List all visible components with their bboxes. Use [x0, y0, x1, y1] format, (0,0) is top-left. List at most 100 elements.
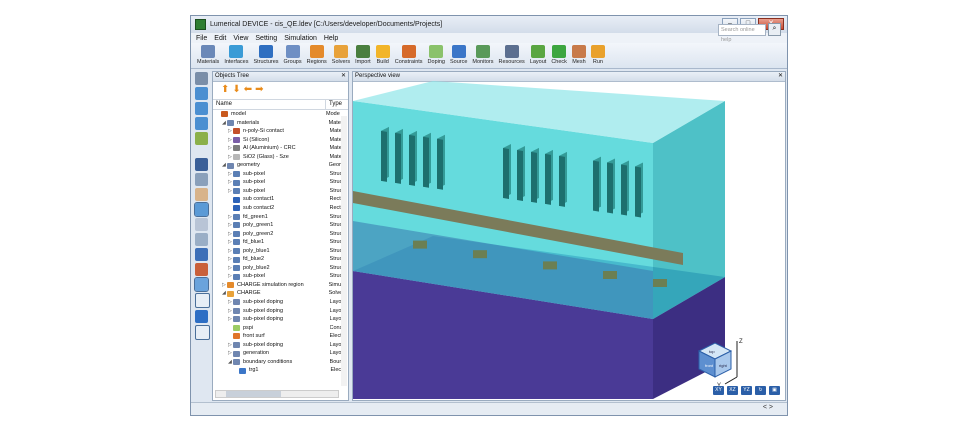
toolbar-resources-button[interactable]: Resources	[499, 43, 525, 65]
menu-setting[interactable]: Setting	[255, 35, 277, 42]
view-axis-buttons: XY XZ YZ ↻ ▣	[713, 386, 780, 395]
toolbar-check-button[interactable]: Check	[551, 43, 567, 65]
tree-vertical-scrollbar[interactable]	[341, 116, 347, 386]
toolbar-materials-button[interactable]: Materials	[197, 43, 219, 65]
toolbar-layout-button[interactable]: Layout	[530, 43, 546, 65]
perspective-toggle-button[interactable]: ▣	[769, 386, 780, 395]
xy-view-button[interactable]: XY	[713, 386, 724, 395]
tree-row[interactable]: ▷ sub-pixel Struc	[213, 272, 348, 281]
tree-horizontal-scrollbar[interactable]	[215, 390, 339, 398]
tree-row[interactable]: ▷ poly_green2 Struc	[213, 230, 348, 239]
tree-row[interactable]: ▷ poly_green1 Struc	[213, 221, 348, 230]
move-right-arrow-icon[interactable]: ➡	[255, 84, 263, 95]
menu-edit[interactable]: Edit	[214, 35, 226, 42]
tree-row[interactable]: pspi Cons	[213, 324, 348, 333]
tree-row[interactable]: ▷ sub-pixel Struc	[213, 187, 348, 196]
move-left-arrow-icon[interactable]: ⬅	[244, 84, 252, 95]
edit-tool-icon[interactable]	[195, 72, 208, 85]
pager-arrows[interactable]: < >	[763, 404, 773, 411]
tree-row[interactable]: model Mode	[213, 110, 348, 119]
tree-row[interactable]: sub contact1 Recta	[213, 195, 348, 204]
select-tool-icon[interactable]	[195, 158, 208, 171]
grid-tool-icon[interactable]	[195, 218, 208, 231]
left-toolbar	[193, 71, 210, 401]
toolbar-run-button[interactable]: Run	[590, 43, 605, 65]
tree-row[interactable]: ▷ sub-pixel doping Layo	[213, 315, 348, 324]
tree-row[interactable]: ▷ Al (Aluminium) - CRC Mate	[213, 144, 348, 153]
menu-file[interactable]: File	[196, 35, 207, 42]
fill-view-icon[interactable]	[194, 277, 209, 292]
3d-canvas[interactable]: front right top Z Y	[353, 81, 785, 400]
toolbar-structures-button[interactable]: Structures	[253, 43, 279, 65]
search-icon[interactable]: ⌕	[768, 23, 781, 36]
tree-row[interactable]: ◢ geometry Geom	[213, 161, 348, 170]
tree-row[interactable]: ▷ n-poly-Si contact Mate	[213, 127, 348, 136]
tree-row[interactable]: ▷ fd_blue2 Struc	[213, 255, 348, 264]
tree-row[interactable]: ▷ CHARGE simulation region Simu	[213, 281, 348, 290]
tree-row[interactable]: ▷ generation Layo	[213, 349, 348, 358]
tree-row[interactable]: ◢ boundary conditions Boun	[213, 358, 348, 367]
outline-cube-icon[interactable]	[195, 325, 210, 340]
zoom-tool-icon[interactable]	[195, 173, 208, 186]
svg-text:top: top	[709, 349, 715, 354]
tree-row-name: pspi	[243, 324, 254, 331]
help-search-input[interactable]: Search online help	[718, 23, 766, 43]
tree-row[interactable]: sub contact2 Recta	[213, 204, 348, 213]
tree-row[interactable]: ◢ materials Mate	[213, 119, 348, 128]
tree-row[interactable]: ▷ fd_blue1 Struc	[213, 238, 348, 247]
toolbar-mesh-button[interactable]: Mesh	[571, 43, 586, 65]
toolbar-interfaces-button[interactable]: Interfaces	[224, 43, 248, 65]
tree-row[interactable]: ▷ sub-pixel doping Layo	[213, 341, 348, 350]
xz-view-button[interactable]: XZ	[727, 386, 738, 395]
object-type-icon	[227, 282, 234, 289]
toolbar-constraints-button[interactable]: Constraints	[395, 43, 423, 65]
toolbar-import-button[interactable]: Import	[355, 43, 371, 65]
shape-tool-icon[interactable]	[195, 87, 208, 100]
run-icon	[590, 45, 605, 58]
tree-row[interactable]: ▷ sub-pixel doping Layo	[213, 298, 348, 307]
col-type-header[interactable]: Type	[326, 100, 342, 109]
tree-row[interactable]: front surf Electi	[213, 332, 348, 341]
tree-row[interactable]: ▷ sub-pixel Struc	[213, 170, 348, 179]
yz-view-button[interactable]: YZ	[741, 386, 752, 395]
toolbar-doping-button[interactable]: Doping	[428, 43, 445, 65]
rotate-tool-icon[interactable]	[194, 202, 209, 217]
view-close-icon[interactable]: ✕	[778, 72, 783, 81]
solid-cube-icon[interactable]	[195, 310, 208, 323]
menu-view[interactable]: View	[233, 35, 248, 42]
tree-row[interactable]: ◢ CHARGE Solve	[213, 289, 348, 298]
tree-row[interactable]: ▷ SiO2 (Glass) - Sze Mate	[213, 153, 348, 162]
zoom-extent-icon[interactable]	[195, 263, 208, 276]
tree-row[interactable]: ▷ sub-pixel Struc	[213, 178, 348, 187]
toolbar-solvers-button[interactable]: Solvers	[332, 43, 350, 65]
tree-row[interactable]: ▷ poly_blue2 Struc	[213, 264, 348, 273]
toolbar-build-button[interactable]: Build	[375, 43, 390, 65]
object-type-icon	[233, 230, 240, 237]
tree-row[interactable]: trg1 Electi	[213, 366, 348, 375]
menu-simulation[interactable]: Simulation	[284, 35, 317, 42]
col-name-header[interactable]: Name	[213, 100, 326, 109]
move-down-arrow-icon[interactable]: ⬇	[232, 84, 240, 95]
toolbar-groups-button[interactable]: Groups	[284, 43, 302, 65]
fin-face	[635, 166, 641, 218]
array-tool-icon[interactable]	[195, 117, 208, 130]
wire-cube-icon[interactable]	[195, 293, 210, 308]
menu-help[interactable]: Help	[324, 35, 338, 42]
reset-view-button[interactable]: ↻	[755, 386, 766, 395]
pane-close-icon[interactable]: ✕	[341, 72, 346, 81]
tree-row[interactable]: ▷ Si (Silicon) Mate	[213, 136, 348, 145]
tree-row[interactable]: ▷ poly_blue1 Struc	[213, 247, 348, 256]
move-up-arrow-icon[interactable]: ⬆	[221, 84, 229, 95]
toolbar-regions-button[interactable]: Regions	[307, 43, 327, 65]
triangle-tool-icon[interactable]	[195, 102, 208, 115]
object-type-icon	[233, 333, 240, 340]
toolbar-source-button[interactable]: Source	[450, 43, 467, 65]
toolbar-monitors-button[interactable]: Monitors	[472, 43, 494, 65]
move-tool-icon[interactable]	[195, 233, 208, 246]
tree-row[interactable]: ▷ sub-pixel doping Layo	[213, 307, 348, 316]
tree-row[interactable]: ▷ fd_green1 Struc	[213, 213, 348, 222]
ruler-tool-icon[interactable]	[195, 248, 208, 261]
materials-icon	[201, 45, 216, 58]
delete-tool-icon[interactable]	[195, 132, 208, 145]
pan-tool-icon[interactable]	[195, 188, 208, 201]
